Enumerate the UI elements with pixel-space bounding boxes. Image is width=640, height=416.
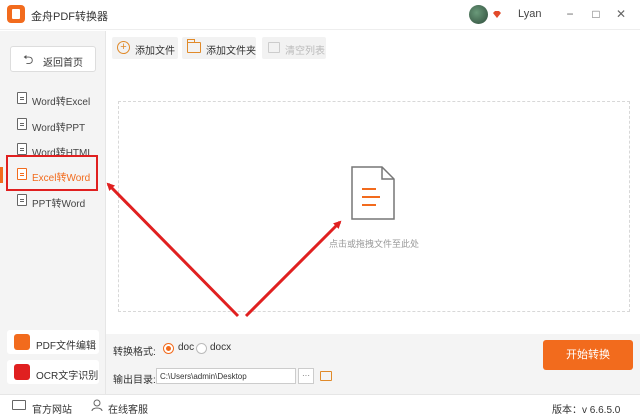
sidebar-item-ppt-to-word[interactable]: PPT转Word — [0, 189, 105, 213]
back-home-button[interactable]: ⮌ 返回首页 — [10, 46, 96, 72]
format-option-docx-label[interactable]: docx — [210, 342, 231, 353]
title-bar: 金舟PDF转换器 Lyan − □ ✕ — [0, 0, 640, 30]
sidebar: ⮌ 返回首页 Word转Excel Word转PPT Word转HTML Exc… — [0, 31, 106, 394]
annotation-highlight-box — [6, 155, 98, 191]
add-file-label: 添加文件 — [135, 46, 175, 57]
start-convert-button[interactable]: 开始转换 — [543, 340, 633, 370]
ocr-icon — [14, 364, 30, 380]
monitor-icon — [12, 400, 26, 410]
plus-icon: + — [117, 41, 130, 54]
trash-icon — [268, 42, 280, 53]
vip-gem-icon[interactable] — [492, 10, 502, 19]
format-option-doc-label[interactable]: doc — [178, 342, 194, 353]
document-icon — [17, 194, 27, 206]
file-drop-zone[interactable]: 点击或拖拽文件至此处 — [118, 101, 630, 312]
add-folder-button[interactable]: 添加文件夹 — [182, 37, 256, 59]
conversion-settings: 转换格式: doc docx 输出目录: ··· 开始转换 — [106, 334, 640, 394]
clear-list-label: 清空列表 — [285, 46, 325, 57]
status-bar: 官方网站 在线客服 版本：v 6.6.5.0 — [0, 394, 640, 416]
minimize-button[interactable]: − — [560, 5, 580, 23]
format-label: 转换格式: — [113, 347, 156, 358]
back-arrow-icon: ⮌ — [23, 52, 34, 67]
add-document-icon — [351, 166, 395, 220]
pdf-edit-icon — [14, 334, 30, 350]
output-dir-label: 输出目录: — [113, 375, 156, 386]
open-folder-icon[interactable] — [320, 371, 332, 381]
sidebar-item-word-to-excel[interactable]: Word转Excel — [0, 87, 105, 111]
output-path-input[interactable] — [156, 368, 296, 384]
sidebar-item-label: Word转PPT — [32, 123, 86, 134]
official-website-link[interactable]: 官方网站 — [32, 401, 72, 416]
app-title: 金舟PDF转换器 — [31, 11, 108, 23]
pdf-edit-label: PDF文件编辑 — [36, 341, 96, 352]
customer-service-icon — [91, 399, 103, 412]
online-support-link[interactable]: 在线客服 — [108, 401, 148, 416]
username[interactable]: Lyan — [518, 8, 541, 20]
app-logo-icon — [7, 5, 25, 23]
close-button[interactable]: ✕ — [611, 5, 631, 23]
maximize-button[interactable]: □ — [586, 5, 606, 23]
avatar[interactable] — [469, 5, 488, 24]
pdf-edit-tool[interactable]: PDF文件编辑 — [7, 330, 99, 354]
ocr-label: OCR文字识别 — [36, 371, 99, 382]
version-text: 版本：v 6.6.5.0 — [552, 405, 621, 416]
ocr-tool[interactable]: OCR文字识别 — [7, 360, 99, 384]
sidebar-item-label: Word转Excel — [32, 97, 91, 108]
format-radio-doc[interactable] — [163, 343, 174, 354]
folder-icon — [187, 39, 201, 53]
document-icon — [17, 143, 27, 155]
drop-hint-text: 点击或拖拽文件至此处 — [328, 239, 419, 249]
format-radio-docx[interactable] — [196, 343, 207, 354]
active-indicator — [0, 167, 3, 183]
sidebar-item-label: PPT转Word — [32, 199, 86, 210]
back-home-label: 返回首页 — [43, 58, 83, 69]
add-file-button[interactable]: + 添加文件 — [112, 37, 178, 59]
document-icon — [17, 118, 27, 130]
document-icon — [17, 92, 27, 104]
sidebar-item-word-to-ppt[interactable]: Word转PPT — [0, 113, 105, 137]
browse-button[interactable]: ··· — [298, 368, 314, 384]
add-folder-label: 添加文件夹 — [206, 46, 256, 57]
clear-list-button[interactable]: 清空列表 — [262, 37, 326, 59]
